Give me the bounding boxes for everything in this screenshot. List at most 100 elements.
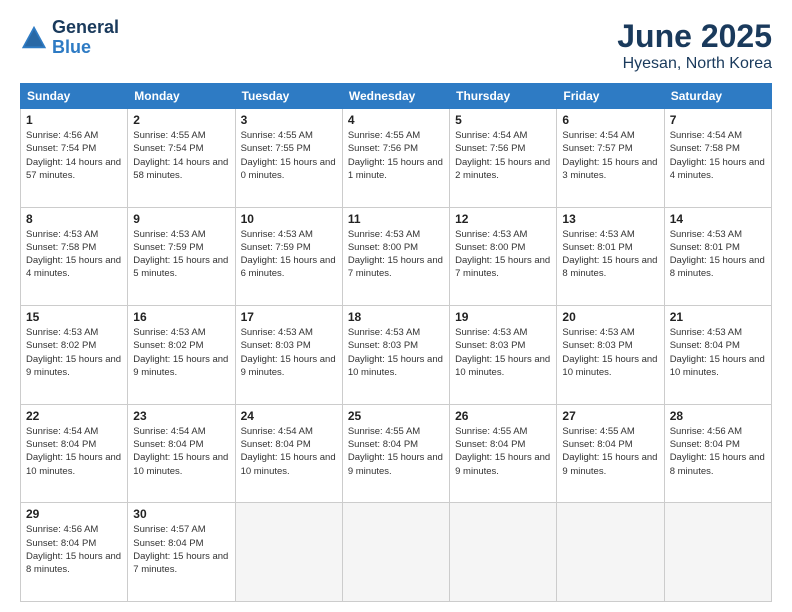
day-detail: Sunrise: 4:53 AMSunset: 8:02 PMDaylight:…: [133, 326, 229, 379]
day-detail: Sunrise: 4:55 AMSunset: 8:04 PMDaylight:…: [455, 425, 551, 478]
title-block: June 2025 Hyesan, North Korea: [617, 18, 772, 73]
day-detail: Sunrise: 4:57 AMSunset: 8:04 PMDaylight:…: [133, 523, 229, 576]
logo-icon: [20, 24, 48, 52]
day-detail: Sunrise: 4:53 AMSunset: 7:59 PMDaylight:…: [241, 228, 337, 281]
day-number: 19: [455, 310, 551, 324]
day-number: 1: [26, 113, 122, 127]
calendar-cell: 5 Sunrise: 4:54 AMSunset: 7:56 PMDaylight…: [450, 109, 557, 208]
calendar-cell: 30 Sunrise: 4:57 AMSunset: 8:04 PMDayligh…: [128, 503, 235, 602]
day-number: 5: [455, 113, 551, 127]
day-number: 6: [562, 113, 658, 127]
day-detail: Sunrise: 4:55 AMSunset: 7:55 PMDaylight:…: [241, 129, 337, 182]
day-detail: Sunrise: 4:53 AMSunset: 8:00 PMDaylight:…: [348, 228, 444, 281]
day-detail: Sunrise: 4:54 AMSunset: 8:04 PMDaylight:…: [241, 425, 337, 478]
day-number: 10: [241, 212, 337, 226]
calendar-cell: [235, 503, 342, 602]
day-detail: Sunrise: 4:55 AMSunset: 8:04 PMDaylight:…: [348, 425, 444, 478]
day-number: 9: [133, 212, 229, 226]
logo-text-general: General: [52, 18, 119, 38]
day-number: 27: [562, 409, 658, 423]
calendar-cell: 27Sunrise: 4:55 AMSunset: 8:04 PMDayligh…: [557, 404, 664, 503]
calendar-cell: 8 Sunrise: 4:53 AMSunset: 7:58 PMDaylight…: [21, 207, 128, 306]
day-number: 29: [26, 507, 122, 521]
day-number: 24: [241, 409, 337, 423]
day-detail: Sunrise: 4:55 AMSunset: 7:56 PMDaylight:…: [348, 129, 444, 182]
calendar-header-row: Sunday Monday Tuesday Wednesday Thursday…: [21, 84, 772, 109]
calendar-table: Sunday Monday Tuesday Wednesday Thursday…: [20, 83, 772, 602]
day-number: 16: [133, 310, 229, 324]
calendar-week-row: 22 Sunrise: 4:54 AMSunset: 8:04 PMDayligh…: [21, 404, 772, 503]
day-detail: Sunrise: 4:54 AMSunset: 7:58 PMDaylight:…: [670, 129, 766, 182]
col-wednesday: Wednesday: [342, 84, 449, 109]
day-detail: Sunrise: 4:53 AMSunset: 8:03 PMDaylight:…: [348, 326, 444, 379]
day-number: 14: [670, 212, 766, 226]
day-detail: Sunrise: 4:53 AMSunset: 8:02 PMDaylight:…: [26, 326, 122, 379]
day-detail: Sunrise: 4:53 AMSunset: 8:03 PMDaylight:…: [241, 326, 337, 379]
calendar-cell: [342, 503, 449, 602]
day-detail: Sunrise: 4:54 AMSunset: 8:04 PMDaylight:…: [133, 425, 229, 478]
calendar-cell: 23 Sunrise: 4:54 AMSunset: 8:04 PMDayligh…: [128, 404, 235, 503]
calendar-page: General Blue June 2025 Hyesan, North Kor…: [0, 0, 792, 612]
calendar-cell: 10 Sunrise: 4:53 AMSunset: 7:59 PMDayligh…: [235, 207, 342, 306]
day-detail: Sunrise: 4:56 AMSunset: 7:54 PMDaylight:…: [26, 129, 122, 182]
day-number: 30: [133, 507, 229, 521]
col-saturday: Saturday: [664, 84, 771, 109]
day-number: 22: [26, 409, 122, 423]
day-detail: Sunrise: 4:54 AMSunset: 7:56 PMDaylight:…: [455, 129, 551, 182]
calendar-cell: 1 Sunrise: 4:56 AMSunset: 7:54 PMDaylight…: [21, 109, 128, 208]
day-number: 25: [348, 409, 444, 423]
calendar-cell: 17 Sunrise: 4:53 AMSunset: 8:03 PMDayligh…: [235, 306, 342, 405]
calendar-cell: [664, 503, 771, 602]
day-detail: Sunrise: 4:53 AMSunset: 7:58 PMDaylight:…: [26, 228, 122, 281]
day-number: 7: [670, 113, 766, 127]
day-detail: Sunrise: 4:53 AMSunset: 8:01 PMDaylight:…: [562, 228, 658, 281]
calendar-cell: 3 Sunrise: 4:55 AMSunset: 7:55 PMDaylight…: [235, 109, 342, 208]
calendar-cell: 28 Sunrise: 4:56 AMSunset: 8:04 PMDayligh…: [664, 404, 771, 503]
calendar-cell: 15Sunrise: 4:53 AMSunset: 8:02 PMDayligh…: [21, 306, 128, 405]
day-detail: Sunrise: 4:53 AMSunset: 8:01 PMDaylight:…: [670, 228, 766, 281]
col-sunday: Sunday: [21, 84, 128, 109]
header: General Blue June 2025 Hyesan, North Kor…: [20, 18, 772, 73]
calendar-cell: 21Sunrise: 4:53 AMSunset: 8:04 PMDayligh…: [664, 306, 771, 405]
calendar-cell: 25 Sunrise: 4:55 AMSunset: 8:04 PMDayligh…: [342, 404, 449, 503]
calendar-cell: 4 Sunrise: 4:55 AMSunset: 7:56 PMDaylight…: [342, 109, 449, 208]
day-number: 17: [241, 310, 337, 324]
calendar-cell: 24 Sunrise: 4:54 AMSunset: 8:04 PMDayligh…: [235, 404, 342, 503]
day-detail: Sunrise: 4:56 AMSunset: 8:04 PMDaylight:…: [670, 425, 766, 478]
day-number: 4: [348, 113, 444, 127]
day-number: 2: [133, 113, 229, 127]
logo: General Blue: [20, 18, 119, 58]
day-number: 21: [670, 310, 766, 324]
day-detail: Sunrise: 4:56 AMSunset: 8:04 PMDaylight:…: [26, 523, 122, 576]
calendar-cell: 19Sunrise: 4:53 AMSunset: 8:03 PMDayligh…: [450, 306, 557, 405]
calendar-cell: 9 Sunrise: 4:53 AMSunset: 7:59 PMDaylight…: [128, 207, 235, 306]
calendar-title: June 2025: [617, 18, 772, 55]
day-number: 28: [670, 409, 766, 423]
day-number: 18: [348, 310, 444, 324]
calendar-cell: 18 Sunrise: 4:53 AMSunset: 8:03 PMDayligh…: [342, 306, 449, 405]
col-monday: Monday: [128, 84, 235, 109]
day-detail: Sunrise: 4:55 AMSunset: 7:54 PMDaylight:…: [133, 129, 229, 182]
col-friday: Friday: [557, 84, 664, 109]
calendar-cell: 29 Sunrise: 4:56 AMSunset: 8:04 PMDayligh…: [21, 503, 128, 602]
day-number: 3: [241, 113, 337, 127]
day-detail: Sunrise: 4:53 AMSunset: 8:00 PMDaylight:…: [455, 228, 551, 281]
day-number: 8: [26, 212, 122, 226]
day-number: 12: [455, 212, 551, 226]
calendar-cell: 7 Sunrise: 4:54 AMSunset: 7:58 PMDaylight…: [664, 109, 771, 208]
calendar-cell: 20 Sunrise: 4:53 AMSunset: 8:03 PMDayligh…: [557, 306, 664, 405]
day-number: 13: [562, 212, 658, 226]
day-number: 23: [133, 409, 229, 423]
calendar-cell: 16 Sunrise: 4:53 AMSunset: 8:02 PMDayligh…: [128, 306, 235, 405]
col-tuesday: Tuesday: [235, 84, 342, 109]
calendar-cell: 26Sunrise: 4:55 AMSunset: 8:04 PMDayligh…: [450, 404, 557, 503]
day-detail: Sunrise: 4:53 AMSunset: 8:03 PMDaylight:…: [562, 326, 658, 379]
day-detail: Sunrise: 4:54 AMSunset: 7:57 PMDaylight:…: [562, 129, 658, 182]
day-number: 20: [562, 310, 658, 324]
calendar-cell: 11Sunrise: 4:53 AMSunset: 8:00 PMDayligh…: [342, 207, 449, 306]
calendar-cell: 2 Sunrise: 4:55 AMSunset: 7:54 PMDaylight…: [128, 109, 235, 208]
calendar-cell: [450, 503, 557, 602]
calendar-cell: 22Sunrise: 4:54 AMSunset: 8:04 PMDayligh…: [21, 404, 128, 503]
day-detail: Sunrise: 4:53 AMSunset: 7:59 PMDaylight:…: [133, 228, 229, 281]
calendar-cell: 14 Sunrise: 4:53 AMSunset: 8:01 PMDayligh…: [664, 207, 771, 306]
